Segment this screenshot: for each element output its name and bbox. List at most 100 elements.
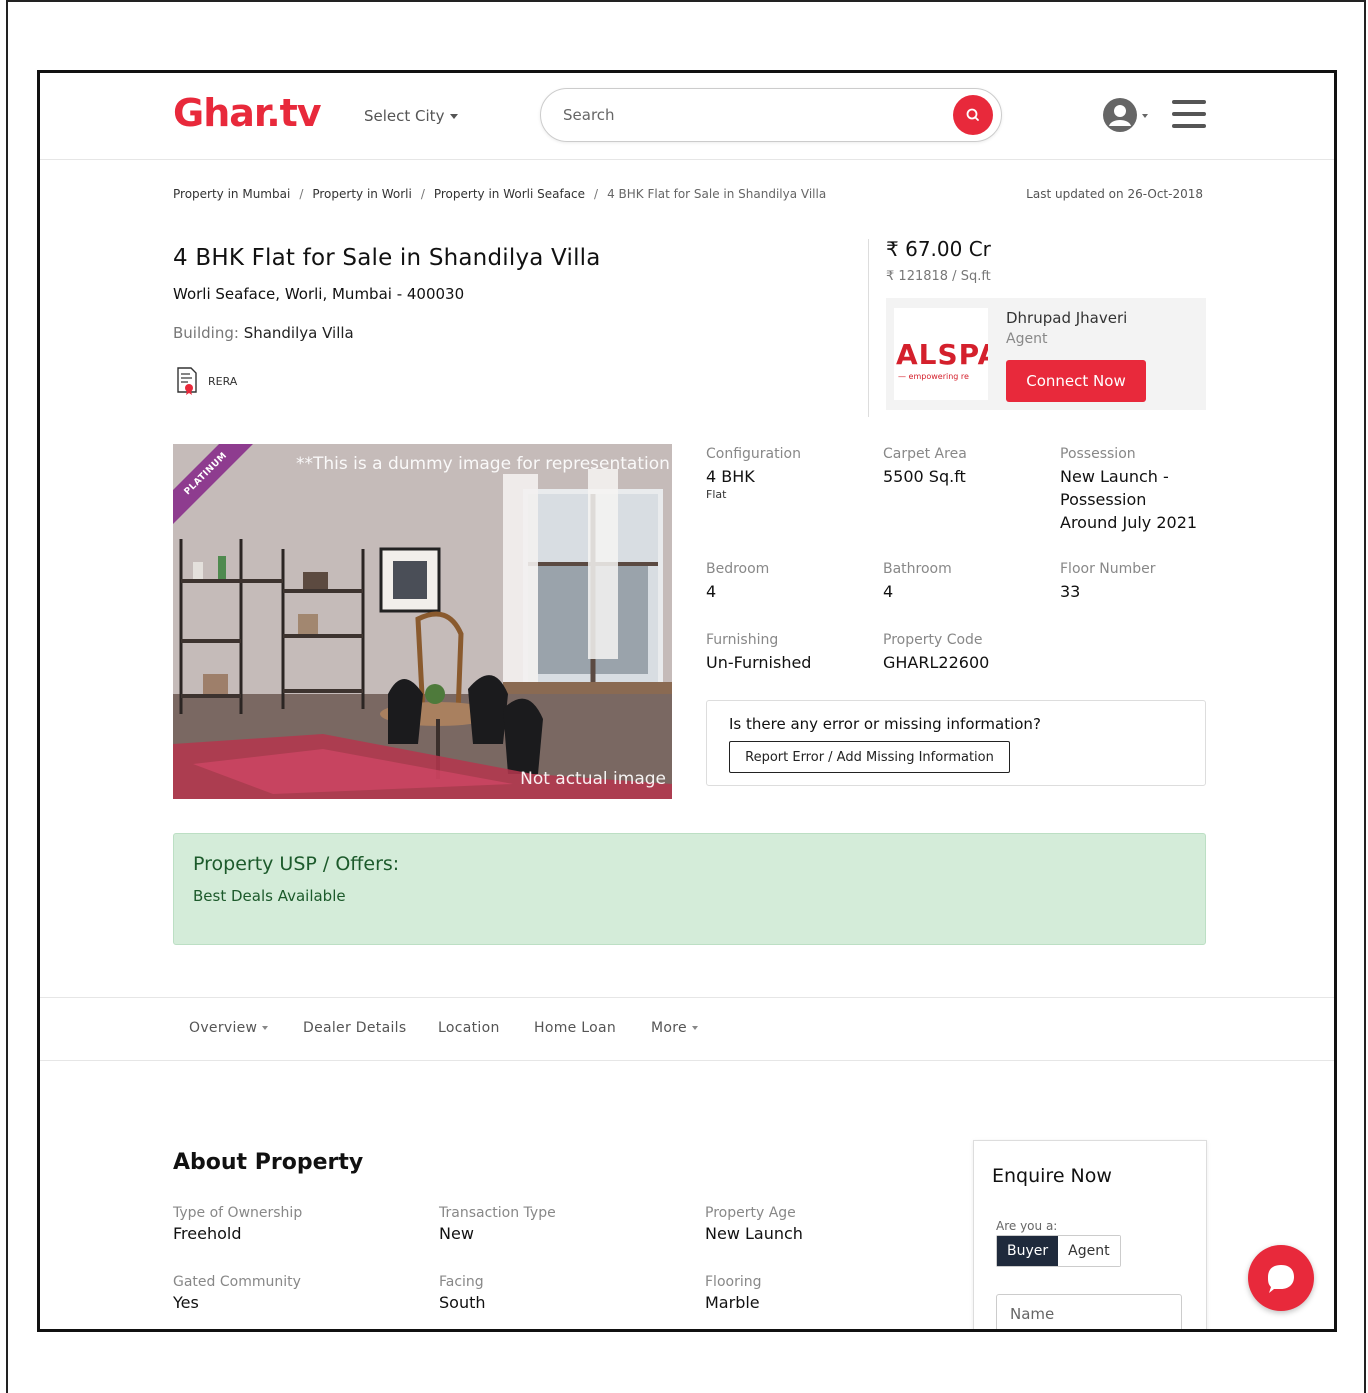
certificate-document-icon <box>177 367 197 395</box>
rera-badge[interactable]: RERA <box>176 367 237 395</box>
hamburger-menu-icon[interactable] <box>1172 100 1206 128</box>
breadcrumb-separator: / <box>420 187 425 201</box>
spec-possession: Possession New Launch - Possession Aroun… <box>1060 446 1197 534</box>
search-button[interactable] <box>953 95 993 135</box>
about-property-heading: About Property <box>173 1150 364 1175</box>
chevron-down-icon <box>262 1026 269 1030</box>
spec-value: 5500 Sq.ft <box>883 467 966 486</box>
spec-configuration: Configuration 4 BHK Flat <box>706 446 801 501</box>
page-title: 4 BHK Flat for Sale in Shandilya Villa <box>173 245 601 271</box>
about-transaction-type: Transaction Type New <box>439 1205 556 1243</box>
hamburger-line <box>1172 100 1206 104</box>
possession-line: Possession <box>1060 490 1147 509</box>
spec-sub: Flat <box>706 488 727 501</box>
agent-role: Agent <box>1006 331 1048 347</box>
agent-logo-text: ALSPA <box>896 338 988 371</box>
buyer-agent-toggle: Buyer Agent <box>996 1235 1121 1267</box>
chat-bubble-icon <box>1268 1265 1294 1293</box>
user-circle-icon[interactable] <box>1102 97 1138 133</box>
tab-overview[interactable]: Overview <box>189 1020 269 1036</box>
tab-location[interactable]: Location <box>438 1020 500 1036</box>
about-type-of-ownership: Type of Ownership Freehold <box>173 1205 302 1243</box>
about-value: New Launch <box>705 1224 803 1243</box>
usp-title: Property USP / Offers: <box>193 853 400 875</box>
report-error-button[interactable]: Report Error / Add Missing Information <box>729 741 1010 773</box>
price-value: 67.00 Cr <box>905 237 991 261</box>
building-label: Building: <box>173 324 239 342</box>
possession-line: New Launch - <box>1060 467 1169 486</box>
agent-card: ALSPA — empowering re Dhrupad Jhaveri Ag… <box>886 298 1206 410</box>
room-photo <box>173 444 672 799</box>
vertical-divider <box>868 239 869 417</box>
agent-logo-tagline: — empowering re <box>898 372 969 381</box>
rupee-icon: ₹ <box>886 237 899 261</box>
about-label: Gated Community <box>173 1274 301 1290</box>
about-value: Yes <box>173 1293 199 1312</box>
breadcrumb-link-mumbai[interactable]: Property in Mumbai <box>173 187 290 201</box>
spec-value: 4 <box>883 582 894 601</box>
spec-value: Un-Furnished <box>706 653 812 672</box>
section-tabs: Overview Dealer Details Location Home Lo… <box>40 997 1334 1061</box>
tab-dealer-details[interactable]: Dealer Details <box>303 1020 406 1036</box>
chevron-down-icon <box>450 114 459 119</box>
spec-value: 33 <box>1060 582 1081 601</box>
spec-value: New Launch - Possession Around July 2021 <box>1060 465 1197 534</box>
search-icon <box>966 108 979 121</box>
browser-page: Ghar.tv Select City Property in <box>37 70 1337 1332</box>
agent-option[interactable]: Agent <box>1058 1236 1120 1266</box>
about-value: South <box>439 1293 486 1312</box>
breadcrumb-separator: / <box>594 187 599 201</box>
about-property-age: Property Age New Launch <box>705 1205 803 1243</box>
connect-now-button[interactable]: Connect Now <box>1006 360 1146 402</box>
site-logo[interactable]: Ghar.tv <box>173 91 322 135</box>
spec-bathroom: Bathroom 4 <box>883 561 952 603</box>
spec-carpet-area: Carpet Area 5500 Sq.ft <box>883 446 967 488</box>
breadcrumb-link-worli[interactable]: Property in Worli <box>312 187 411 201</box>
about-label: Flooring <box>705 1274 762 1290</box>
agent-logo[interactable]: ALSPA — empowering re <box>894 308 988 400</box>
spec-label: Configuration <box>706 446 801 462</box>
breadcrumb-link-worli-seaface[interactable]: Property in Worli Seaface <box>434 187 585 201</box>
usp-offers-box: Property USP / Offers: Best Deals Availa… <box>173 833 1206 945</box>
spec-label: Carpet Area <box>883 446 967 462</box>
spec-property-code: Property Code GHARL22600 <box>883 632 989 674</box>
possession-line: Around July 2021 <box>1060 513 1198 532</box>
name-field[interactable] <box>996 1294 1182 1329</box>
tab-label: More <box>651 1020 687 1036</box>
rupee-icon: ₹ <box>886 269 895 284</box>
last-updated-text: Last updated on 26-Oct-2018 <box>1026 187 1203 201</box>
breadcrumb-current: 4 BHK Flat for Sale in Shandilya Villa <box>607 187 827 201</box>
search-input[interactable] <box>563 103 943 127</box>
about-flooring: Flooring Marble <box>705 1274 761 1312</box>
breadcrumb-separator: / <box>299 187 304 201</box>
about-label: Type of Ownership <box>173 1205 303 1221</box>
tab-label: Overview <box>189 1020 258 1036</box>
building-name[interactable]: Shandilya Villa <box>244 324 354 342</box>
about-value: New <box>439 1224 474 1243</box>
spec-furnishing: Furnishing Un-Furnished <box>706 632 811 674</box>
about-label: Property Age <box>705 1205 796 1221</box>
image-watermark-bottom: Not actual image <box>520 769 666 789</box>
about-label: Transaction Type <box>439 1205 556 1221</box>
spec-label: Bedroom <box>706 561 770 577</box>
price-per-sqft-value: 121818 / Sq.ft <box>898 269 991 284</box>
chat-button[interactable] <box>1248 1245 1314 1311</box>
spec-value: 4 BHK <box>706 467 755 486</box>
breadcrumb: Property in Mumbai / Property in Worli / Pro… <box>173 187 826 201</box>
price-per-sqft: ₹ 121818 / Sq.ft <box>886 269 991 284</box>
tab-home-loan[interactable]: Home Loan <box>534 1020 616 1036</box>
spec-label: Furnishing <box>706 632 779 648</box>
tab-more[interactable]: More <box>651 1020 698 1036</box>
spec-label: Bathroom <box>883 561 952 577</box>
enquire-form: Enquire Now Are you a: Buyer Agent <box>973 1140 1207 1329</box>
hamburger-line <box>1172 112 1206 116</box>
property-image[interactable]: PLATINUM **This is a dummy image for rep… <box>173 444 672 799</box>
buyer-option[interactable]: Buyer <box>997 1236 1059 1266</box>
property-address: Worli Seaface, Worli, Mumbai - 400030 <box>173 285 465 303</box>
building-info: Building: Shandilya Villa <box>173 324 354 342</box>
spec-bedroom: Bedroom 4 <box>706 561 769 603</box>
agent-name[interactable]: Dhrupad Jhaveri <box>1006 309 1127 327</box>
enquire-title: Enquire Now <box>992 1165 1112 1187</box>
select-city-dropdown[interactable]: Select City <box>364 107 459 125</box>
spec-value: GHARL22600 <box>883 653 990 672</box>
